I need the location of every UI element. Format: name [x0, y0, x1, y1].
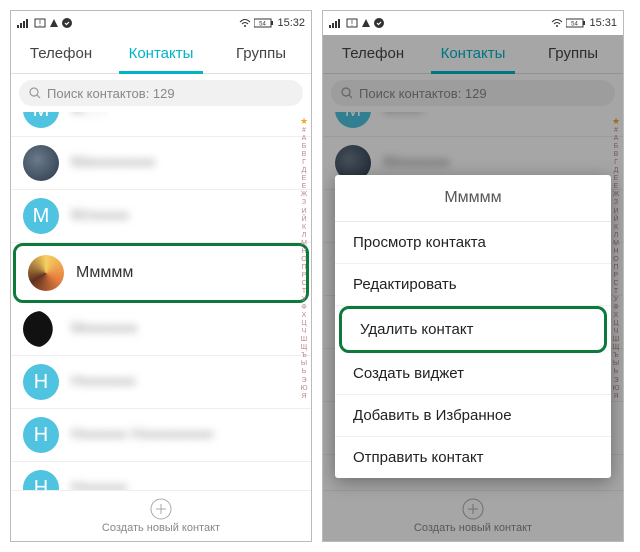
menu-edit[interactable]: Редактировать [335, 264, 611, 306]
avatar: Н [23, 417, 59, 453]
list-item-selected[interactable]: Ммммм [13, 243, 309, 303]
svg-text:54: 54 [572, 22, 579, 28]
signal-icon [17, 18, 31, 28]
create-contact-button[interactable]: Создать новый контакт [11, 490, 311, 541]
list-item[interactable]: Миннннннн [11, 137, 311, 190]
list-item[interactable]: M М..... [11, 112, 311, 137]
status-bar: ! 54 15:31 [323, 11, 623, 35]
menu-delete-contact[interactable]: Удалить контакт [339, 306, 607, 353]
tab-contacts[interactable]: Контакты [111, 35, 211, 73]
avatar: Н [23, 364, 59, 400]
status-time: 15:32 [277, 17, 305, 29]
search-placeholder: Поиск контактов: 129 [47, 86, 175, 101]
tab-phone[interactable]: Телефон [11, 35, 111, 73]
svg-text:!: ! [39, 19, 41, 28]
battery-icon: 54 [254, 18, 274, 28]
contact-name: Ммммм [76, 264, 133, 282]
avatar: M [23, 198, 59, 234]
circle-check-icon [374, 18, 384, 28]
signal-icon [329, 18, 343, 28]
contact-name: Нннннн Ннннннннн [71, 426, 213, 444]
list-item[interactable]: Н Нннннн Ннннннннн [11, 409, 311, 462]
tab-groups[interactable]: Группы [211, 35, 311, 73]
avatar [23, 145, 59, 181]
list-item[interactable]: M Млнннн [11, 190, 311, 243]
list-item[interactable]: Н Нннннн [11, 462, 311, 490]
avatar: Н [23, 470, 59, 490]
menu-create-widget[interactable]: Создать виджет [335, 353, 611, 395]
alphabet-index[interactable]: ★#АБВГДЕЕЖЗИЙКЛМНОПРСТУФХЦЧШЩЪЫЬЭЮЯ [299, 112, 309, 490]
status-bar: ! 54 15:32 [11, 11, 311, 35]
menu-title: Ммммм [335, 175, 611, 222]
svg-text:!: ! [351, 19, 353, 28]
list-item[interactable]: Н Ннннннн [11, 356, 311, 409]
create-label: Создать новый контакт [102, 522, 220, 534]
menu-add-favorite[interactable]: Добавить в Избранное [335, 395, 611, 437]
contact-name: Нннннн [71, 479, 127, 490]
avatar [23, 311, 59, 347]
context-menu: Ммммм Просмотр контакта Редактировать Уд… [335, 175, 611, 478]
avatar [28, 255, 64, 291]
contact-name: Млнннн [71, 207, 129, 225]
menu-send-contact[interactable]: Отправить контакт [335, 437, 611, 478]
list-item[interactable]: Мнннннн [11, 303, 311, 356]
search-row: Поиск контактов: 129 [11, 74, 311, 112]
contact-name: Миннннннн [71, 154, 155, 172]
contact-name: Ннннннн [71, 373, 136, 391]
star-icon: ★ [300, 116, 308, 126]
warning-icon: ! [346, 18, 358, 28]
svg-text:54: 54 [260, 22, 267, 28]
menu-view-contact[interactable]: Просмотр контакта [335, 222, 611, 264]
phone-screen-left: ! 54 15:32 Телефон Контакты Группы Поиск… [10, 10, 312, 542]
contact-name: М..... [71, 112, 107, 119]
search-input[interactable]: Поиск контактов: 129 [19, 80, 303, 106]
search-icon [29, 87, 41, 99]
battery-icon: 54 [566, 18, 586, 28]
wifi-icon [239, 18, 251, 28]
wifi-icon [551, 18, 563, 28]
triangle-icon [361, 18, 371, 28]
avatar: M [23, 112, 59, 128]
status-time: 15:31 [589, 17, 617, 29]
tabs: Телефон Контакты Группы [11, 35, 311, 74]
plus-icon [150, 498, 172, 520]
phone-screen-right: ! 54 15:31 Телефон Контакты Группы Поиск… [322, 10, 624, 542]
contact-name: Мнннннн [71, 320, 137, 338]
warning-icon: ! [34, 18, 46, 28]
circle-check-icon [62, 18, 72, 28]
contacts-list[interactable]: M М..... Миннннннн M Млнннн Ммммм Мннннн… [11, 112, 311, 490]
triangle-icon [49, 18, 59, 28]
